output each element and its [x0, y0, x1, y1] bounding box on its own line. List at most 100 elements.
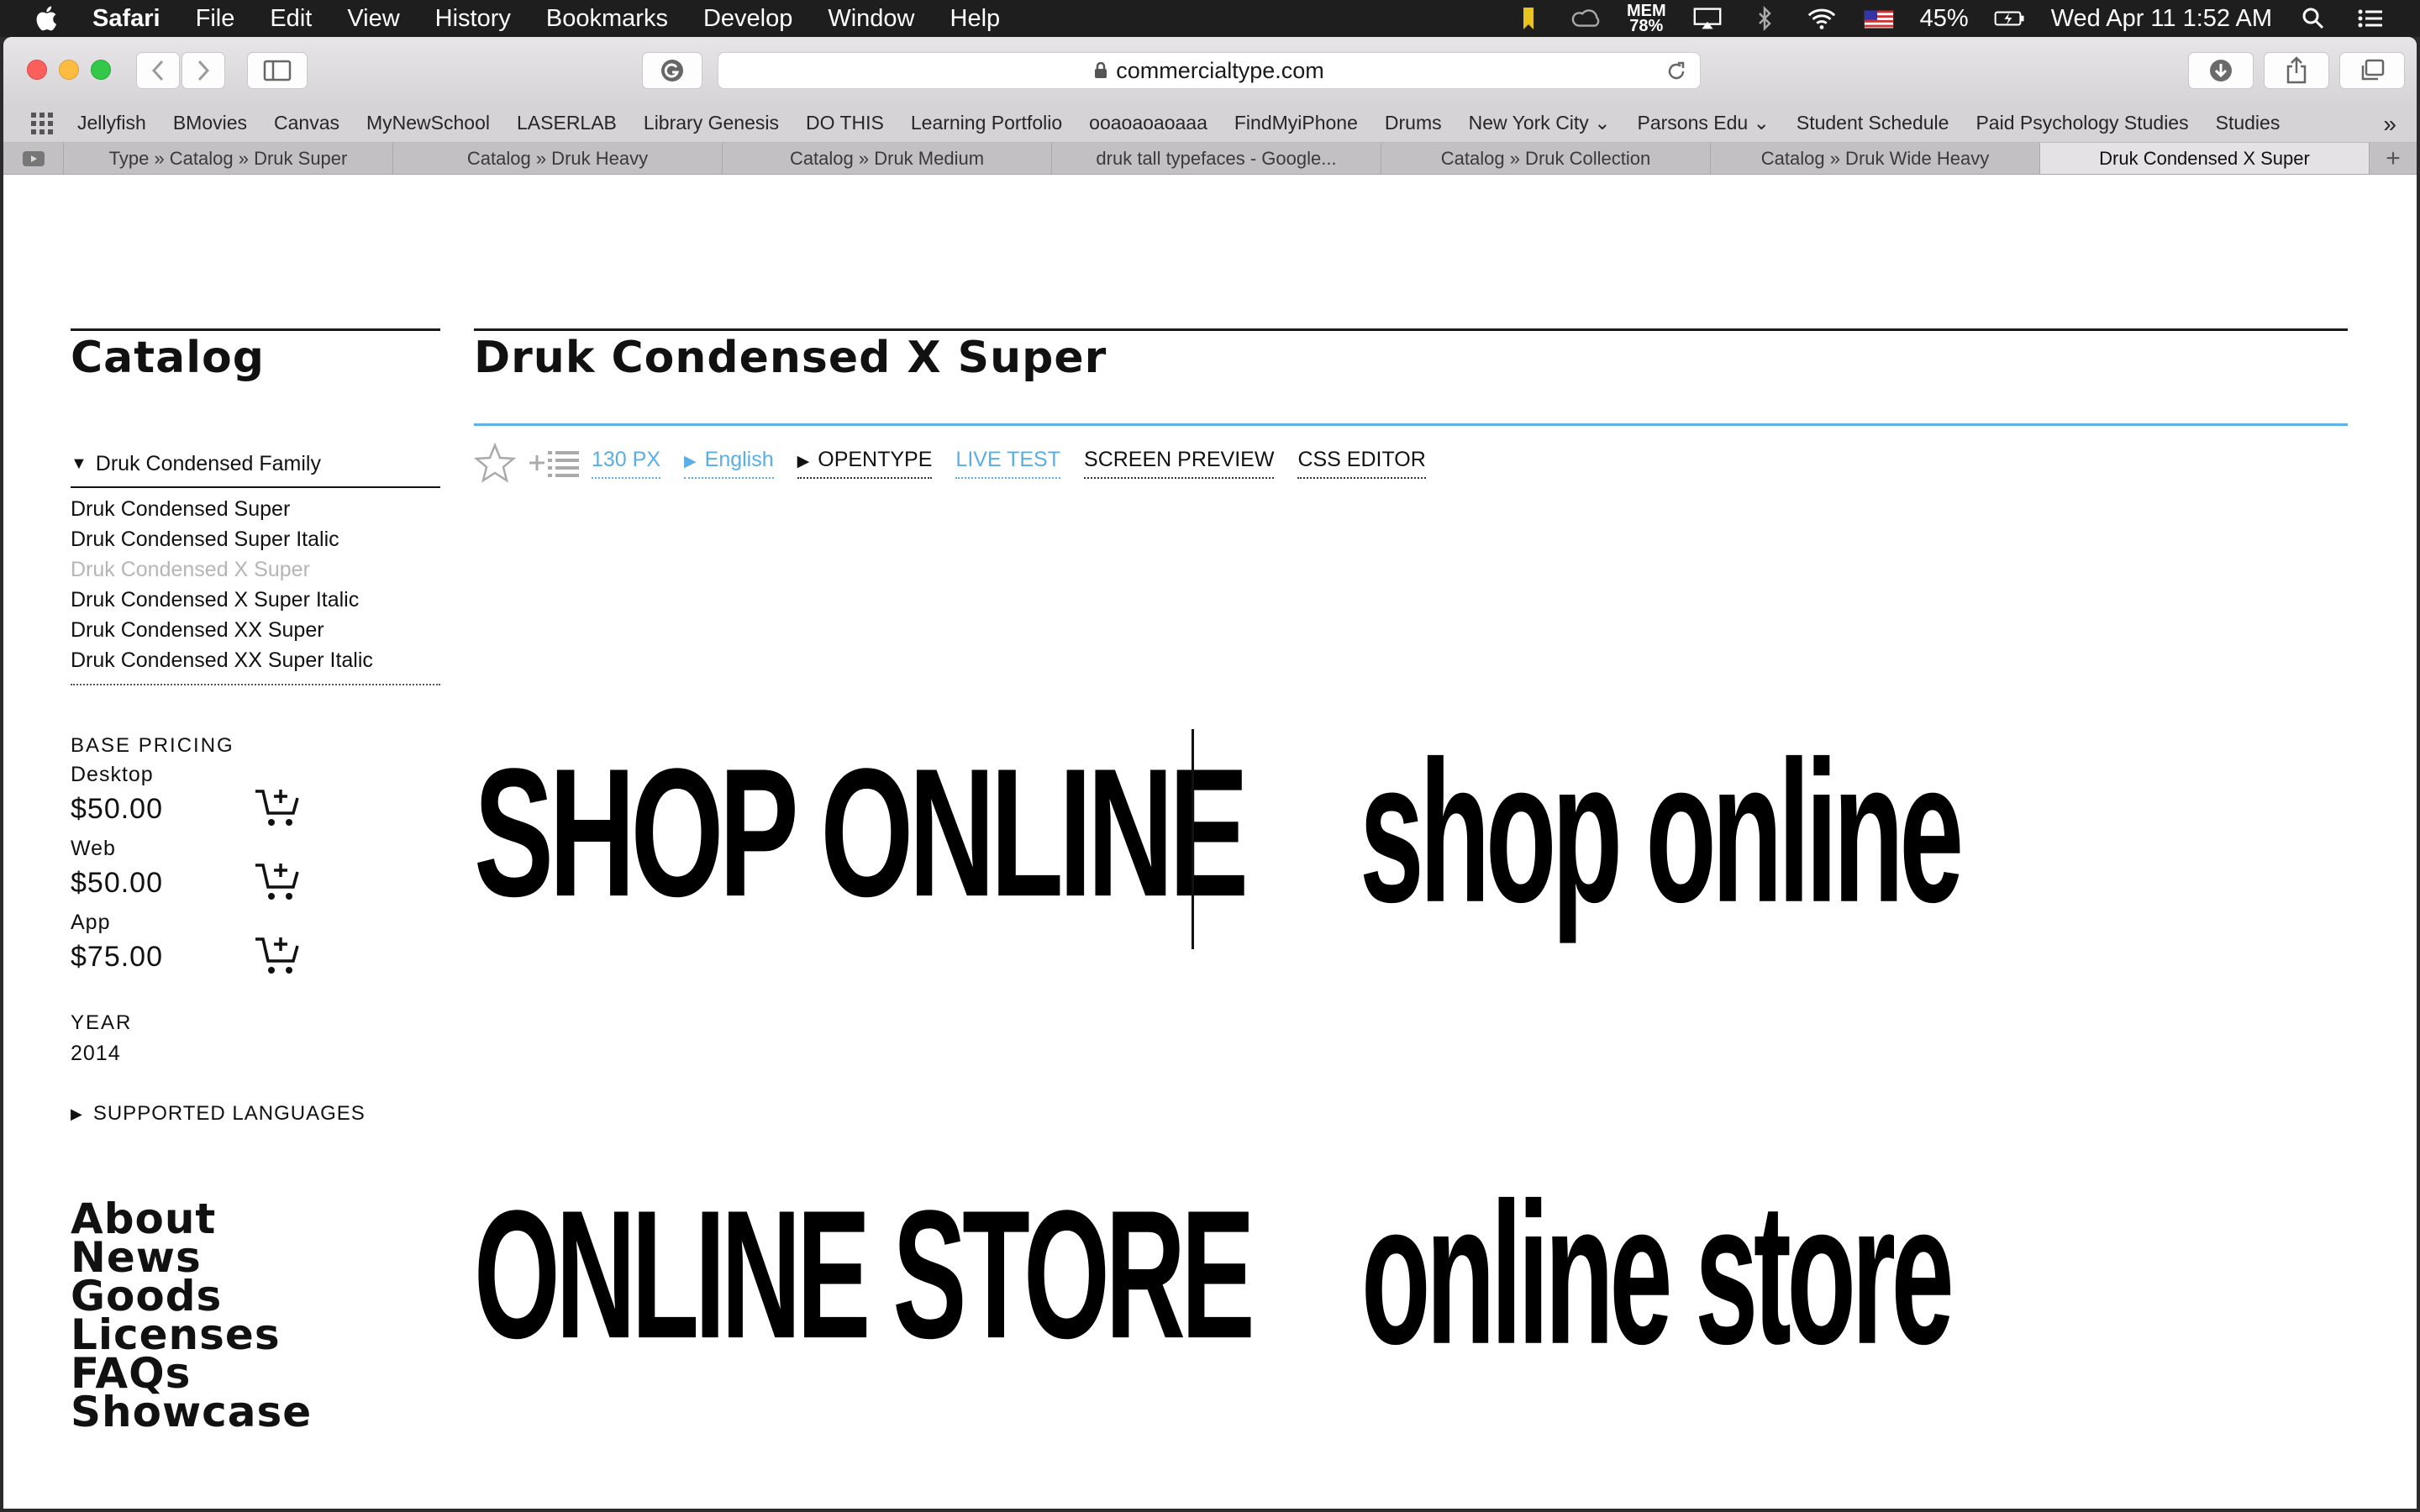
- menu-develop[interactable]: Develop: [703, 5, 792, 33]
- wifi-icon[interactable]: [1806, 6, 1838, 31]
- style-link-druk-condensed-xx-super[interactable]: Druk Condensed XX Super: [71, 615, 440, 645]
- bookmark-student-schedule[interactable]: Student Schedule: [1797, 112, 1949, 134]
- add-to-cart-app-icon[interactable]: [254, 934, 301, 976]
- live-test-tab[interactable]: LIVE TEST: [955, 448, 1061, 479]
- battery-percent[interactable]: 45%: [1920, 5, 1969, 33]
- tab-druk-medium[interactable]: Catalog » Druk Medium: [723, 143, 1052, 174]
- triangle-right-icon: ▶: [797, 452, 810, 470]
- download-icon: [2210, 60, 2232, 81]
- menu-window[interactable]: Window: [828, 5, 914, 33]
- triangle-right-icon: ▶: [684, 452, 697, 470]
- catalog-heading[interactable]: Catalog: [71, 333, 265, 383]
- style-link-druk-condensed-xx-super-italic[interactable]: Druk Condensed XX Super Italic: [71, 645, 440, 675]
- browser-toolbar: commercialtype.com: [3, 37, 2417, 104]
- bluetooth-icon[interactable]: [1749, 5, 1781, 32]
- specimen-lowercase-2[interactable]: online store: [1361, 1158, 1954, 1390]
- menu-history[interactable]: History: [435, 5, 511, 33]
- supported-languages-toggle[interactable]: ▶ SUPPORTED LANGUAGES: [71, 1102, 366, 1126]
- memory-indicator[interactable]: MEM 78%: [1627, 3, 1666, 34]
- tab-druk-condensed-x-super[interactable]: Druk Condensed X Super: [2040, 143, 2370, 174]
- pinned-tab[interactable]: [3, 143, 64, 174]
- bookmark-jellyfish[interactable]: Jellyfish: [77, 112, 146, 134]
- bookmark-folder-parsons-edu[interactable]: Parsons Edu ⌄: [1637, 112, 1769, 134]
- opentype-toggle[interactable]: ▶ OPENTYPE: [797, 448, 933, 479]
- notification-center-icon[interactable]: [2354, 6, 2386, 31]
- new-tab-button[interactable]: +: [2370, 143, 2417, 174]
- family-toggle[interactable]: ▼ Druk Condensed Family: [71, 452, 440, 488]
- share-button[interactable]: [2264, 52, 2329, 89]
- bookmark-learning-portfolio[interactable]: Learning Portfolio: [911, 112, 1062, 134]
- memory-value: 78%: [1629, 17, 1664, 35]
- bookmark-library-genesis[interactable]: Library Genesis: [644, 112, 779, 134]
- show-tabs-button[interactable]: [2339, 52, 2405, 89]
- add-to-list-icon[interactable]: [528, 446, 580, 480]
- tab-druk-super[interactable]: Type » Catalog » Druk Super: [64, 143, 393, 174]
- bookmark-findmyiphone[interactable]: FindMyiPhone: [1234, 112, 1358, 134]
- tab-google-search[interactable]: druk tall typefaces - Google...: [1052, 143, 1381, 174]
- bookmark-canvas[interactable]: Canvas: [274, 112, 339, 134]
- grid-icon[interactable]: [29, 110, 55, 137]
- clock[interactable]: Wed Apr 11 1:52 AM: [2051, 5, 2272, 33]
- grammarly-extension-button[interactable]: [642, 52, 702, 89]
- specimen-uppercase-2[interactable]: ONLINE STORE: [474, 1169, 1255, 1380]
- youtube-icon: [22, 150, 45, 166]
- bookmark-paid-psychology-studies[interactable]: Paid Psychology Studies: [1975, 112, 2188, 134]
- desktop-price: $50.00: [71, 793, 163, 825]
- style-link-druk-condensed-super[interactable]: Druk Condensed Super: [71, 494, 440, 524]
- menu-file[interactable]: File: [196, 5, 235, 33]
- safari-window: commercialtype.com Jellyfish BMovies Can…: [3, 37, 2417, 1509]
- specimen-uppercase-1[interactable]: SHOP ONLINE: [474, 727, 1249, 938]
- specimen-lowercase-1[interactable]: shop online: [1360, 716, 1964, 948]
- font-size-control[interactable]: 130 PX: [592, 448, 661, 479]
- minimize-window-button[interactable]: [59, 60, 79, 80]
- menu-bookmarks[interactable]: Bookmarks: [546, 5, 668, 33]
- airplay-icon[interactable]: [1691, 6, 1723, 31]
- bookmark-folder-new-york-city[interactable]: New York City ⌄: [1469, 112, 1611, 134]
- tab-druk-collection[interactable]: Catalog » Druk Collection: [1381, 143, 1711, 174]
- tab-druk-wide-heavy[interactable]: Catalog » Druk Wide Heavy: [1711, 143, 2040, 174]
- main-top-rule: [474, 328, 2348, 331]
- nav-showcase[interactable]: Showcase: [71, 1391, 312, 1433]
- add-to-cart-desktop-icon[interactable]: [254, 786, 301, 828]
- more-bookmarks-icon[interactable]: »: [2383, 111, 2396, 138]
- style-link-druk-condensed-super-italic[interactable]: Druk Condensed Super Italic: [71, 524, 440, 554]
- add-to-cart-web-icon[interactable]: [254, 860, 301, 902]
- bookmark-ooaoaoaoaaa[interactable]: ooaoaoaoaaa: [1089, 112, 1207, 134]
- creative-cloud-icon[interactable]: [1570, 6, 1602, 31]
- year-label: YEAR: [71, 1011, 133, 1034]
- bookmark-drums[interactable]: Drums: [1385, 112, 1442, 134]
- us-flag-icon[interactable]: [1863, 6, 1895, 31]
- tab-bar: Type » Catalog » Druk Super Catalog » Dr…: [3, 143, 2417, 175]
- menu-help[interactable]: Help: [950, 5, 1001, 33]
- language-dropdown[interactable]: ▶ English: [684, 448, 774, 479]
- supported-languages-label: SUPPORTED LANGUAGES: [92, 1102, 366, 1125]
- apple-icon[interactable]: [34, 4, 62, 33]
- back-button[interactable]: [136, 52, 180, 89]
- page-title: Druk Condensed X Super: [474, 333, 1107, 383]
- screen-preview-tab[interactable]: SCREEN PREVIEW: [1084, 448, 1275, 479]
- bookmark-laserlab[interactable]: LASERLAB: [517, 112, 617, 134]
- star-favorite-icon[interactable]: [474, 442, 516, 484]
- chevron-down-icon: ⌄: [1753, 112, 1770, 134]
- forward-button[interactable]: [182, 52, 225, 89]
- menu-app-safari[interactable]: Safari: [92, 5, 160, 33]
- address-bar[interactable]: commercialtype.com: [718, 52, 1701, 89]
- family-style-list: Druk Condensed Super Druk Condensed Supe…: [71, 494, 440, 685]
- bookmark-mynewschool[interactable]: MyNewSchool: [366, 112, 490, 134]
- reload-icon[interactable]: [1665, 60, 1688, 83]
- close-window-button[interactable]: [27, 60, 47, 80]
- menu-view[interactable]: View: [347, 5, 399, 33]
- battery-charging-icon[interactable]: [1994, 6, 2026, 31]
- bookmark-studies[interactable]: Studies: [2216, 112, 2281, 134]
- menu-edit[interactable]: Edit: [270, 5, 312, 33]
- bookmark-do-this[interactable]: DO THIS: [806, 112, 884, 134]
- sidebar-toggle-button[interactable]: [247, 52, 308, 89]
- spotlight-search-icon[interactable]: [2297, 6, 2329, 31]
- downloads-button[interactable]: [2188, 52, 2254, 89]
- style-link-druk-condensed-x-super-italic[interactable]: Druk Condensed X Super Italic: [71, 585, 440, 615]
- tab-druk-heavy[interactable]: Catalog » Druk Heavy: [393, 143, 723, 174]
- bookmark-bmovies[interactable]: BMovies: [173, 112, 247, 134]
- bookmark-ribbon-icon[interactable]: [1512, 6, 1544, 31]
- fullscreen-window-button[interactable]: [91, 60, 111, 80]
- css-editor-tab[interactable]: CSS EDITOR: [1297, 448, 1426, 479]
